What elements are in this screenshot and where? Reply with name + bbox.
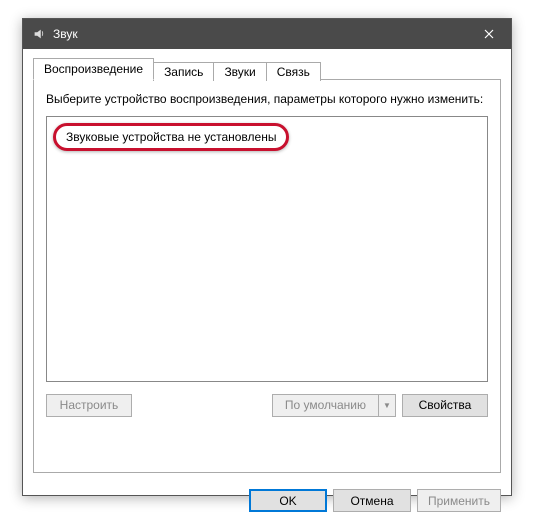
- device-list[interactable]: Звуковые устройства не установлены: [46, 116, 488, 382]
- cancel-button[interactable]: Отмена: [333, 489, 411, 512]
- default-button: По умолчанию: [272, 394, 378, 417]
- tab-sounds[interactable]: Звуки: [213, 62, 266, 81]
- titlebar[interactable]: Звук: [23, 19, 511, 49]
- client-area: Воспроизведение Запись Звуки Связь Выбер…: [23, 49, 511, 483]
- configure-button: Настроить: [46, 394, 132, 417]
- default-split-button: По умолчанию ▼: [272, 394, 396, 417]
- dialog-button-row: OK Отмена Применить: [23, 489, 511, 522]
- sound-dialog: Звук Воспроизведение Запись Звуки Связь …: [22, 18, 512, 496]
- apply-button: Применить: [417, 489, 501, 512]
- panel-button-row: Настроить По умолчанию ▼ Свойства: [46, 394, 488, 417]
- ok-button[interactable]: OK: [249, 489, 327, 512]
- tab-record[interactable]: Запись: [153, 62, 214, 81]
- no-devices-message: Звуковые устройства не установлены: [53, 123, 289, 151]
- tab-comm[interactable]: Связь: [266, 62, 321, 81]
- sound-icon: [31, 26, 47, 42]
- tab-playback[interactable]: Воспроизведение: [33, 58, 154, 80]
- properties-button[interactable]: Свойства: [402, 394, 488, 417]
- default-dropdown-arrow: ▼: [378, 394, 396, 417]
- close-button[interactable]: [466, 19, 511, 49]
- tabstrip: Воспроизведение Запись Звуки Связь: [33, 57, 501, 79]
- instruction-text: Выберите устройство воспроизведения, пар…: [46, 92, 488, 108]
- window-title: Звук: [53, 27, 466, 41]
- tab-panel-playback: Выберите устройство воспроизведения, пар…: [33, 79, 501, 473]
